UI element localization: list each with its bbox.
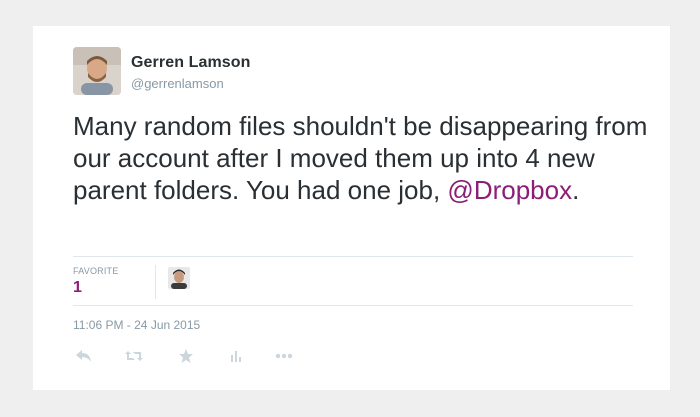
more-button[interactable]: [273, 346, 295, 366]
tweet-text: Many random files shouldn't be disappear…: [73, 110, 653, 206]
favorite-count[interactable]: 1: [73, 279, 82, 297]
tweet-stats: FAVORITE 1: [73, 256, 633, 306]
tweet-card: Gerren Lamson @gerrenlamson Many random …: [33, 26, 670, 390]
reply-button[interactable]: [73, 346, 95, 366]
retweet-button[interactable]: [123, 346, 145, 366]
tweet-text-end: .: [572, 175, 580, 205]
reply-icon: [76, 350, 91, 362]
author-avatar[interactable]: [73, 47, 121, 95]
author-handle[interactable]: @gerrenlamson: [131, 76, 224, 91]
retweet-icon: [125, 351, 143, 361]
mention-link[interactable]: @Dropbox: [447, 175, 572, 205]
tweet-timestamp[interactable]: 11:06 PM - 24 Jun 2015: [73, 318, 200, 332]
analytics-button[interactable]: [225, 346, 247, 366]
author-name[interactable]: Gerren Lamson: [131, 54, 251, 72]
favorite-stat-label: FAVORITE: [73, 266, 119, 276]
favorite-button[interactable]: [175, 346, 197, 366]
more-icon: [275, 353, 293, 359]
stats-divider: [155, 265, 156, 299]
analytics-icon: [231, 351, 241, 362]
favorite-star-icon: [179, 349, 193, 363]
favoriter-avatar[interactable]: [168, 267, 190, 289]
author-avatar-image: [73, 47, 121, 95]
favoriter-avatar-image: [168, 267, 190, 289]
